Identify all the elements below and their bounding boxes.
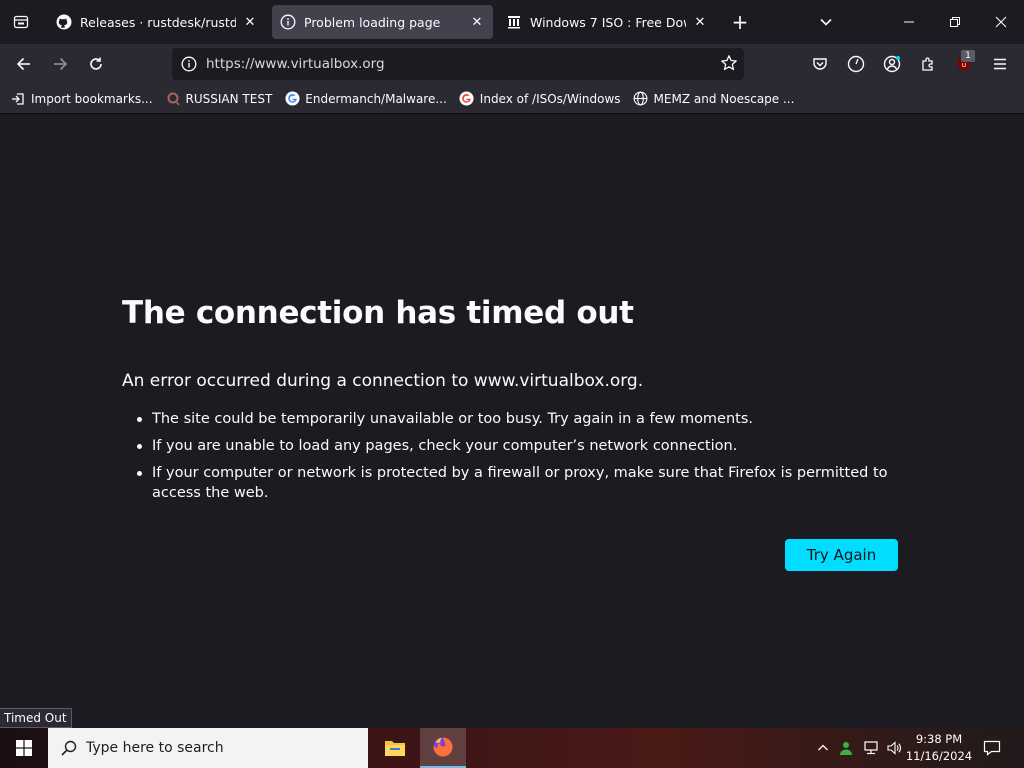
action-center-button[interactable] <box>978 728 1006 768</box>
extensions-button[interactable] <box>912 48 944 80</box>
bookmark-endermanch[interactable]: Endermanch/Malware... <box>284 91 447 107</box>
bookmark-memz[interactable]: MEMZ and Noescape ... <box>633 91 795 107</box>
new-tab-button[interactable]: + <box>726 8 754 36</box>
show-hidden-icons-button[interactable] <box>814 728 832 768</box>
firefox-icon <box>433 737 453 757</box>
info-icon <box>280 14 296 30</box>
bookmark-star-icon[interactable] <box>720 54 738 76</box>
taskbar-file-explorer[interactable] <box>372 728 418 768</box>
restore-icon <box>950 17 960 27</box>
app-menu-button[interactable] <box>984 48 1016 80</box>
close-window-button[interactable] <box>978 0 1024 44</box>
restore-button[interactable] <box>932 0 978 44</box>
status-panel: Timed Out <box>0 708 72 728</box>
tray-user-app[interactable] <box>836 728 856 768</box>
firefox-view-icon <box>13 15 29 29</box>
bookmark-label: Index of /ISOs/Windows <box>479 91 621 106</box>
reload-icon <box>90 57 102 70</box>
clock-date: 11/16/2024 <box>905 749 973 763</box>
puzzle-icon <box>922 57 933 71</box>
tab-problem-loading[interactable]: Problem loading page ✕ <box>272 5 493 39</box>
tray-network[interactable] <box>860 728 882 768</box>
bookmark-index-isos[interactable]: Index of /ISOs/Windows <box>459 91 621 107</box>
github-icon <box>56 14 72 30</box>
user-status-icon <box>840 742 852 755</box>
bookmark-russian-test[interactable]: RUSSIAN TEST <box>165 91 273 107</box>
start-button[interactable] <box>0 728 48 768</box>
pocket-icon <box>813 58 827 70</box>
speaker-icon <box>887 741 901 755</box>
bookmark-label: MEMZ and Noescape ... <box>653 91 795 106</box>
navigation-toolbar: https://www.virtualbox.org u 1 <box>0 44 1024 84</box>
back-arrow-icon <box>16 57 30 71</box>
suggestion-item: If your computer or network is protected… <box>137 463 902 503</box>
suggestion-item: If you are unable to load any pages, che… <box>137 436 902 456</box>
account-icon <box>883 55 901 73</box>
google-icon <box>459 91 475 107</box>
taskbar-search[interactable]: Type here to search <box>48 728 368 768</box>
minimize-button[interactable] <box>886 0 932 44</box>
close-tab-icon[interactable]: ✕ <box>469 14 485 30</box>
tab-windows7-iso[interactable]: Windows 7 ISO : Free Download ✕ <box>498 5 716 39</box>
tray-volume[interactable] <box>884 728 904 768</box>
pocket-button[interactable] <box>804 48 836 80</box>
taskbar-clock[interactable]: 9:38 PM 11/16/2024 <box>904 731 974 765</box>
search-icon <box>61 740 77 756</box>
bookmark-label: RUSSIAN TEST <box>185 91 273 106</box>
chevron-up-icon <box>818 744 828 751</box>
windows-logo-icon <box>16 740 32 756</box>
bookmark-label: Import bookmarks... <box>31 91 153 106</box>
search-placeholder: Type here to search <box>86 740 224 756</box>
magnifier-icon <box>165 91 181 107</box>
notification-icon <box>983 740 1001 756</box>
folder-icon <box>385 741 405 756</box>
clock-time: 9:38 PM <box>915 732 963 746</box>
error-intro: An error occurred during a connection to… <box>122 371 644 391</box>
bookmarks-toolbar: Import bookmarks... RUSSIAN TEST Enderma… <box>0 84 1024 114</box>
archive-icon <box>506 14 522 30</box>
taskbar-firefox[interactable] <box>420 728 466 768</box>
list-all-tabs-button[interactable] <box>812 8 840 36</box>
try-again-button[interactable]: Try Again <box>785 539 898 571</box>
address-bar[interactable]: https://www.virtualbox.org <box>172 48 744 80</box>
close-tab-icon[interactable]: ✕ <box>242 14 258 30</box>
import-icon <box>10 91 26 107</box>
chevron-down-icon <box>820 18 832 26</box>
hamburger-menu-icon <box>994 58 1006 70</box>
account-button[interactable] <box>876 48 908 80</box>
plus-icon: + <box>731 10 749 34</box>
error-title: The connection has timed out <box>122 295 634 331</box>
globe-icon <box>633 91 649 107</box>
svg-text:u: u <box>962 61 966 69</box>
url-text[interactable]: https://www.virtualbox.org <box>206 56 385 72</box>
suggestion-item: The site could be temporarily unavailabl… <box>137 409 902 429</box>
bookmark-import[interactable]: Import bookmarks... <box>10 91 153 107</box>
reload-button[interactable] <box>80 48 112 80</box>
site-info-icon[interactable] <box>174 56 204 72</box>
bookmark-label: Endermanch/Malware... <box>305 91 447 106</box>
forward-button[interactable] <box>44 48 76 80</box>
back-button[interactable] <box>8 48 40 80</box>
taskbar: Type here to search 9:38 PM 11/16/2024 <box>0 728 1024 768</box>
error-suggestions: The site could be temporarily unavailabl… <box>137 409 902 510</box>
tab-releases[interactable]: Releases · rustdesk/rustdesk ✕ <box>48 5 266 39</box>
timer-icon <box>847 55 865 73</box>
network-icon <box>864 741 878 755</box>
google-icon <box>284 91 300 107</box>
tab-label: Windows 7 ISO : Free Download <box>530 14 686 30</box>
tab-label: Problem loading page <box>304 14 441 30</box>
close-icon <box>995 16 1007 28</box>
ublock-badge: 1 <box>961 50 975 62</box>
forward-arrow-icon <box>54 57 68 71</box>
extension-timer-button[interactable] <box>840 48 872 80</box>
firefox-view-button[interactable] <box>0 4 42 40</box>
minimize-icon <box>904 21 914 23</box>
close-tab-icon[interactable]: ✕ <box>692 14 708 30</box>
tab-label: Releases · rustdesk/rustdesk <box>80 14 236 30</box>
tab-strip: Releases · rustdesk/rustdesk ✕ Problem l… <box>0 0 1024 44</box>
error-page: The connection has timed out An error oc… <box>0 115 1024 728</box>
